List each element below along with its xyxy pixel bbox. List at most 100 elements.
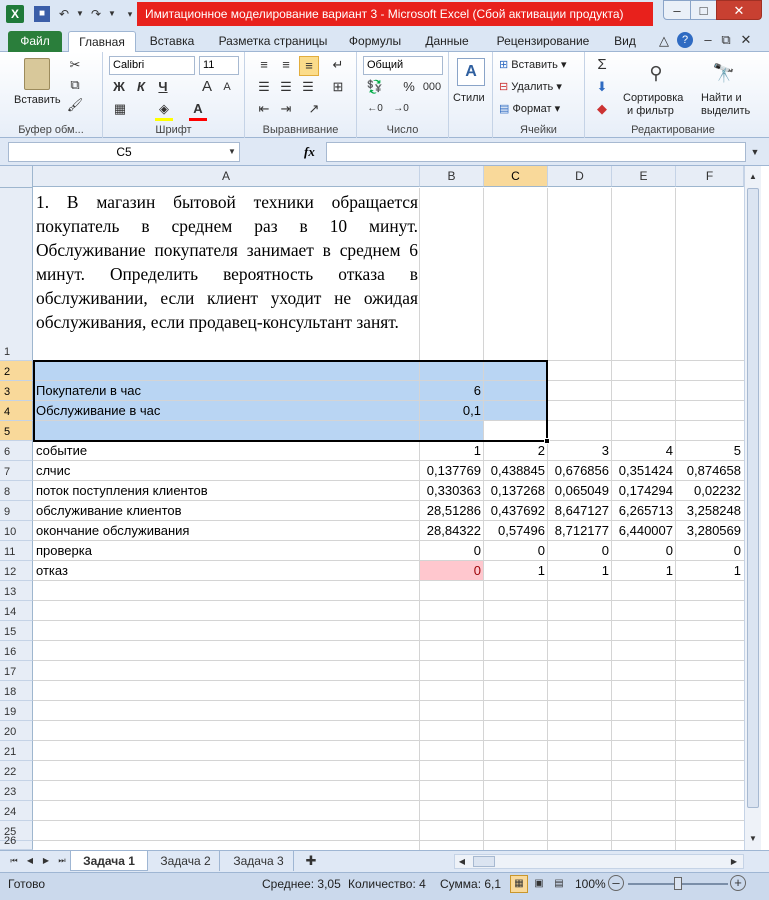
font-size-combo[interactable]: 11 <box>199 56 239 75</box>
cell-a7[interactable]: слчис <box>33 461 420 480</box>
tab-formulas[interactable]: Формулы <box>344 31 406 52</box>
tab-home[interactable]: Главная <box>68 31 136 52</box>
last-sheet-icon[interactable]: ⏭ <box>56 852 68 870</box>
cell-b10[interactable]: 28,84322 <box>420 521 484 540</box>
increase-decimal-icon[interactable]: ←0 <box>365 100 385 118</box>
borders-icon[interactable]: ▦ <box>111 100 129 118</box>
hscroll-thumb[interactable] <box>473 856 495 867</box>
tab-view[interactable]: Вид <box>608 31 642 52</box>
scroll-right-icon[interactable]: ▶ <box>727 853 741 871</box>
cut-icon[interactable]: ✂ <box>66 56 84 74</box>
sheet-tab-2[interactable]: Задача 2 <box>152 851 220 871</box>
zoom-level[interactable]: 100% <box>575 873 606 895</box>
orientation-icon[interactable]: ↗ <box>305 100 323 118</box>
copy-icon[interactable]: ⧉ <box>66 76 84 94</box>
cell-b12[interactable]: 0 <box>420 561 484 580</box>
cell-d12[interactable]: 1 <box>548 561 612 580</box>
fill-color-icon[interactable]: ◈ <box>155 100 173 121</box>
tab-review[interactable]: Рецензирование <box>488 31 598 52</box>
align-middle-icon[interactable]: ≡ <box>277 56 295 74</box>
increase-indent-icon[interactable]: ⇥ <box>277 100 295 118</box>
row-header-2[interactable]: 2 <box>0 361 33 381</box>
cell-a10[interactable]: окончание обслуживания <box>33 521 420 540</box>
name-box-dropdown-icon[interactable]: ▼ <box>226 143 238 161</box>
column-header-c[interactable]: C <box>484 166 548 187</box>
align-bottom-icon[interactable]: ≡ <box>299 56 319 76</box>
tab-page-layout[interactable]: Разметка страницы <box>212 31 334 52</box>
row-header-14[interactable]: 14 <box>0 601 33 621</box>
page-layout-view-icon[interactable]: ▣ <box>530 875 548 893</box>
find-select-line2[interactable]: выделить <box>701 105 750 117</box>
worksheet-grid[interactable]: A B C D E F ▲ ▼ 1 2 3 4 5 6 7 8 9 10 11 12 13 14 15 16 1… <box>0 166 769 861</box>
row-header-23[interactable]: 23 <box>0 781 33 801</box>
cell-c6[interactable]: 2 <box>484 441 548 460</box>
cell-b3[interactable]: 6 <box>420 381 484 400</box>
cell-b6[interactable]: 1 <box>420 441 484 460</box>
cell-a11[interactable]: проверка <box>33 541 420 560</box>
delete-cells-button[interactable]: ⊟ Удалить ▾ <box>499 80 562 93</box>
sort-filter-line2[interactable]: и фильтр <box>627 105 674 117</box>
workbook-close-icon[interactable]: ✕ <box>738 31 754 49</box>
insert-cells-button[interactable]: ⊞ Вставить ▾ <box>499 58 567 71</box>
cell-c10[interactable]: 0,57496 <box>484 521 548 540</box>
align-center-icon[interactable]: ☰ <box>277 78 295 96</box>
currency-icon[interactable]: 💱 <box>365 78 385 96</box>
page-break-view-icon[interactable]: ▤ <box>550 875 568 893</box>
cell-e7[interactable]: 0,351424 <box>612 461 676 480</box>
workbook-restore-icon[interactable]: ⧉ <box>718 31 734 49</box>
row-header-18[interactable]: 18 <box>0 681 33 701</box>
merge-center-icon[interactable]: ⊞ <box>329 78 347 96</box>
cell-e10[interactable]: 6,440007 <box>612 521 676 540</box>
cell-c11[interactable]: 0 <box>484 541 548 560</box>
decrease-indent-icon[interactable]: ⇤ <box>255 100 273 118</box>
cell-e12[interactable]: 1 <box>612 561 676 580</box>
zoom-slider-thumb[interactable] <box>674 877 682 890</box>
format-cells-button[interactable]: ▤ Формат ▾ <box>499 102 560 115</box>
find-select-line1[interactable]: Найти и <box>701 92 742 104</box>
vertical-scrollbar[interactable]: ▲ ▼ <box>744 166 761 850</box>
row-header-8[interactable]: 8 <box>0 481 33 501</box>
cell-d11[interactable]: 0 <box>548 541 612 560</box>
row-header-16[interactable]: 16 <box>0 641 33 661</box>
customize-toolbar-icon[interactable]: ▾ <box>122 6 138 22</box>
styles-icon[interactable]: A <box>457 58 485 86</box>
cell-a6[interactable]: событие <box>33 441 420 460</box>
minimize-button[interactable]: – <box>663 0 691 20</box>
row-header-21[interactable]: 21 <box>0 741 33 761</box>
column-header-e[interactable]: E <box>612 166 676 187</box>
cell-c7[interactable]: 0,438845 <box>484 461 548 480</box>
percent-button[interactable]: % <box>401 78 417 96</box>
cell-f6[interactable]: 5 <box>676 441 744 460</box>
cell-d9[interactable]: 8,647127 <box>548 501 612 520</box>
find-select-icon[interactable]: 🔭 <box>709 58 739 88</box>
row-header-4[interactable]: 4 <box>0 401 33 421</box>
scroll-up-icon[interactable]: ▲ <box>745 168 761 186</box>
normal-view-icon[interactable]: ▦ <box>510 875 528 893</box>
thousands-button[interactable]: 000 <box>421 78 443 96</box>
cell-b11[interactable]: 0 <box>420 541 484 560</box>
column-header-b[interactable]: B <box>420 166 484 187</box>
cell-e11[interactable]: 0 <box>612 541 676 560</box>
row-header-6[interactable]: 6 <box>0 441 33 461</box>
underline-button[interactable]: Ч <box>155 78 171 96</box>
cell-b4[interactable]: 0,1 <box>420 401 484 420</box>
row-header-22[interactable]: 22 <box>0 761 33 781</box>
row-header-26[interactable]: 26 <box>0 835 33 850</box>
column-header-f[interactable]: F <box>676 166 744 187</box>
dropdown-arrow-icon[interactable]: ▼ <box>72 6 88 22</box>
minimize-ribbon-icon[interactable]: △ <box>656 32 672 50</box>
zoom-out-icon[interactable]: – <box>608 875 624 891</box>
tab-insert[interactable]: Вставка <box>142 31 202 52</box>
sheet-tab-1[interactable]: Задача 1 <box>70 851 148 871</box>
row-header-13[interactable]: 13 <box>0 581 33 601</box>
name-box[interactable]: C5 <box>8 142 240 162</box>
format-painter-icon[interactable]: 🖌 <box>66 96 84 114</box>
row-header-11[interactable]: 11 <box>0 541 33 561</box>
cell-a4[interactable]: Обслуживание в час <box>33 401 420 420</box>
cell-d6[interactable]: 3 <box>548 441 612 460</box>
row-header-17[interactable]: 17 <box>0 661 33 681</box>
row-header-19[interactable]: 19 <box>0 701 33 721</box>
scroll-thumb[interactable] <box>747 188 759 808</box>
cell-f12[interactable]: 1 <box>676 561 744 580</box>
cell-c9[interactable]: 0,437692 <box>484 501 548 520</box>
